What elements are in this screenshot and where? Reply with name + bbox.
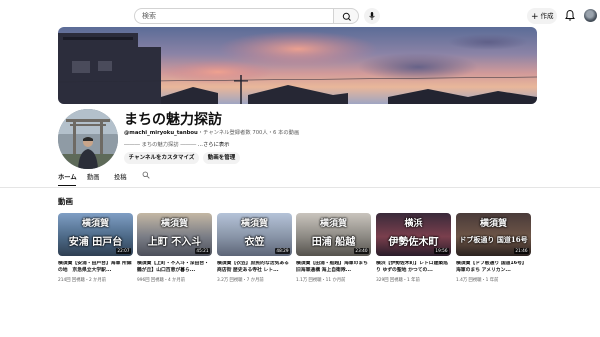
video-meta: 3.2万 回視聴・7 か月前 <box>217 278 264 283</box>
account-avatar[interactable] <box>584 9 597 22</box>
tab-videos[interactable]: 動画 <box>87 172 100 186</box>
video-meta: 1.1万 回視聴・11 か月前 <box>296 278 346 283</box>
video-title[interactable]: 横須賀【衣笠】庶民的な活気ある商店街 歴史ある寺社 レト... <box>217 261 292 274</box>
search-placeholder: 検索 <box>142 12 156 20</box>
video-meta: 996回 回視聴・4 か月前 <box>137 278 186 283</box>
video-card[interactable]: 横須賀 田浦 船越 23:40 横須賀【田浦・船越】海軍のまち 旧海軍通構 海上… <box>296 213 371 283</box>
video-card[interactable]: 横須賀 上町 不入斗 45:21 横須賀【上町・不入斗・深田台・鶴が丘】山口百恵… <box>137 213 212 283</box>
video-card[interactable]: 横須賀 ドブ板通り 国道16号 21:46 横須賀【ドブ板通り 国道16号】海軍… <box>456 213 531 283</box>
channel-search-icon[interactable] <box>142 171 150 179</box>
video-title[interactable]: 横須賀【安浦・田戸台】海軍 所縁の地 京急県立大学駅... <box>58 261 133 274</box>
channel-name: まちの魅力探訪 <box>124 112 222 128</box>
thumbnail-caption-1: 横須賀 <box>81 219 109 229</box>
thumbnail-caption-1: 横須賀 <box>240 219 268 229</box>
search-button[interactable] <box>333 8 359 24</box>
search-icon <box>342 12 351 21</box>
channel-handle: @machi_miryoku_tanbou <box>124 130 198 136</box>
thumbnail-caption-2: 上町 不入斗 <box>147 237 202 248</box>
create-label: 作成 <box>540 12 554 20</box>
tabs-divider <box>0 187 600 188</box>
video-meta: 329回 回視聴・1 年前 <box>376 278 420 283</box>
channel-description[interactable]: ――― まちの魅力探訪 ――― ...さらに表示 <box>124 140 229 148</box>
thumbnail-caption-1: 横浜 <box>404 219 423 229</box>
video-thumbnail[interactable]: 横須賀 ドブ板通り 国道16号 21:46 <box>456 213 531 256</box>
channel-banner <box>58 27 537 104</box>
thumbnail-caption-2: 衣笠 <box>244 237 265 248</box>
channel-description-text: ――― まちの魅力探訪 ――― <box>124 142 197 148</box>
channel-stats: ・チャンネル登録者数 700人・6 本の動画 <box>197 130 300 136</box>
manage-videos-button[interactable]: 動画を管理 <box>203 152 240 164</box>
notifications-bell-icon[interactable] <box>564 9 576 22</box>
video-duration: 21:46 <box>513 248 529 254</box>
thumbnail-caption-2: 田浦 船越 <box>311 237 356 248</box>
microphone-icon <box>369 12 375 20</box>
video-duration: 23:40 <box>353 248 369 254</box>
video-card[interactable]: 横須賀 安浦 田戸台 22:07 横須賀【安浦・田戸台】海軍 所縁の地 京急県立… <box>58 213 133 283</box>
search-input[interactable]: 検索 <box>134 8 334 24</box>
voice-search-button[interactable] <box>364 8 380 24</box>
thumbnail-caption-2: ドブ板通り 国道16号 <box>459 235 528 244</box>
plus-icon: + <box>531 12 539 22</box>
channel-meta: @machi_miryoku_tanbou・チャンネル登録者数 700人・6 本… <box>124 128 299 136</box>
thumbnail-caption-2: 安浦 田戸台 <box>68 237 123 248</box>
video-thumbnail[interactable]: 横須賀 田浦 船越 23:40 <box>296 213 371 256</box>
channel-avatar-image <box>58 109 118 169</box>
banner-image <box>58 31 537 104</box>
thumbnail-caption-1: 横須賀 <box>319 219 347 229</box>
video-title[interactable]: 横須賀【ドブ板通り 国道16号】海軍のまち アメリカン... <box>456 261 531 274</box>
tab-posts[interactable]: 投稿 <box>114 172 127 186</box>
thumbnail-caption-1: 横須賀 <box>160 219 188 229</box>
thumbnail-caption-2: 伊勢佐木町 <box>388 237 439 248</box>
video-title[interactable]: 横須賀【上町・不入斗・深田台・鶴が丘】山口百恵が暮ら... <box>137 261 212 274</box>
video-card[interactable]: 横浜 伊勢佐木町 19:56 横浜【伊勢佐木町】レトロ建築巡り ゆずの聖地 かつ… <box>376 213 451 283</box>
video-duration: 48:29 <box>274 248 290 254</box>
thumbnail-caption-1: 横須賀 <box>479 219 507 229</box>
video-meta: 214回 回視聴・2 か月前 <box>58 278 107 283</box>
channel-avatar[interactable] <box>58 109 118 169</box>
section-title-videos[interactable]: 動画 <box>58 196 73 207</box>
show-more-link[interactable]: ...さらに表示 <box>198 142 230 148</box>
create-button[interactable]: + 作成 <box>527 8 557 24</box>
video-thumbnail[interactable]: 横須賀 衣笠 48:29 <box>217 213 292 256</box>
video-thumbnail[interactable]: 横浜 伊勢佐木町 19:56 <box>376 213 451 256</box>
video-card[interactable]: 横須賀 衣笠 48:29 横須賀【衣笠】庶民的な活気ある商店街 歴史ある寺社 レ… <box>217 213 292 283</box>
video-duration: 22:07 <box>115 248 131 254</box>
video-thumbnail[interactable]: 横須賀 上町 不入斗 45:21 <box>137 213 212 256</box>
customize-channel-button[interactable]: チャンネルをカスタマイズ <box>124 152 199 164</box>
video-title[interactable]: 横須賀【田浦・船越】海軍のまち 旧海軍通構 海上自衛隊... <box>296 261 371 274</box>
video-title[interactable]: 横浜【伊勢佐木町】レトロ建築巡り ゆずの聖地 かつての... <box>376 261 451 274</box>
video-thumbnail[interactable]: 横須賀 安浦 田戸台 22:07 <box>58 213 133 256</box>
video-meta: 1.4万 回視聴・1 年前 <box>456 278 499 283</box>
video-duration: 45:21 <box>194 248 210 254</box>
video-duration: 19:56 <box>433 248 449 254</box>
tab-home[interactable]: ホーム <box>58 172 77 186</box>
